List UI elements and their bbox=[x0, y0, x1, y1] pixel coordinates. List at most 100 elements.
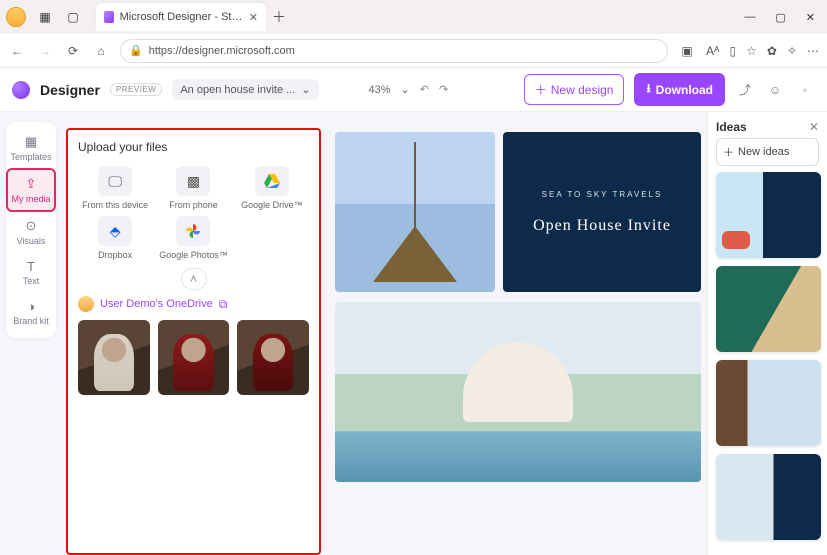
card-headline: Open House Invite bbox=[533, 217, 671, 235]
reader-icon[interactable]: ▣ bbox=[678, 42, 696, 60]
feedback-icon[interactable]: ☺ bbox=[765, 80, 785, 100]
left-rail: ▦ Templates ⇪ My media ⊙ Visuals T Text … bbox=[0, 112, 62, 555]
tab-title: Microsoft Designer - Stunning d bbox=[120, 11, 243, 23]
more-icon[interactable]: ⋯ bbox=[807, 44, 819, 58]
new-ideas-button[interactable]: ＋ New ideas bbox=[716, 138, 819, 166]
google-photos-icon bbox=[176, 216, 210, 246]
onedrive-link[interactable]: User Demo's OneDrive ⧉ bbox=[78, 296, 309, 312]
url-text: https://designer.microsoft.com bbox=[149, 45, 295, 57]
visuals-icon: ⊙ bbox=[23, 218, 39, 234]
rail-label: Text bbox=[23, 276, 40, 286]
upload-panel: Upload your files 🖵 From this device ▩ F… bbox=[66, 128, 321, 555]
project-name: An open house invite ... bbox=[180, 84, 295, 96]
back-icon[interactable]: ← bbox=[8, 42, 26, 60]
rail-my-media[interactable]: ⇪ My media bbox=[6, 168, 56, 212]
idea-card[interactable] bbox=[716, 454, 821, 540]
zoom-level[interactable]: 43% bbox=[369, 84, 391, 96]
account-icon[interactable]: ◦ bbox=[795, 80, 815, 100]
browser-titlebar: ▦ ▢ Microsoft Designer - Stunning d ✕ ＋ … bbox=[0, 0, 827, 34]
rail-templates[interactable]: ▦ Templates bbox=[6, 128, 56, 168]
idea-card[interactable] bbox=[716, 266, 821, 352]
read-aloud-icon[interactable]: ▯ bbox=[730, 44, 737, 58]
canvas-image-tajmahal[interactable] bbox=[335, 302, 701, 482]
idea-card[interactable] bbox=[716, 360, 821, 446]
google-drive-icon bbox=[255, 166, 289, 196]
media-thumbnail[interactable] bbox=[237, 320, 309, 395]
url-field[interactable]: 🔒 https://designer.microsoft.com bbox=[120, 39, 668, 63]
window-maximize-icon[interactable]: ▢ bbox=[775, 11, 785, 24]
collections-icon[interactable]: ✧ bbox=[787, 44, 797, 58]
upload-title: Upload your files bbox=[78, 140, 309, 154]
chevron-down-icon[interactable]: ⌄ bbox=[401, 83, 410, 96]
canvas-text-card[interactable]: SEA TO SKY TRAVELS Open House Invite bbox=[503, 132, 701, 292]
qr-icon: ▩ bbox=[176, 166, 210, 196]
upload-icon: ⇪ bbox=[23, 176, 39, 192]
download-icon: ⭳ bbox=[646, 79, 650, 100]
rail-brand-kit[interactable]: ◑ Brand kit bbox=[6, 292, 56, 332]
canvas-image-eiffel[interactable] bbox=[335, 132, 495, 292]
extensions-icon[interactable]: ✿ bbox=[767, 44, 777, 58]
tab-overview-icon[interactable]: ▢ bbox=[64, 8, 82, 26]
new-design-button[interactable]: ＋ New design bbox=[524, 74, 625, 105]
favorite-icon[interactable]: ☆ bbox=[746, 44, 757, 58]
chevron-down-icon: ⌄ bbox=[301, 83, 310, 96]
new-tab-button[interactable]: ＋ bbox=[272, 7, 286, 27]
browser-tab[interactable]: Microsoft Designer - Stunning d ✕ bbox=[96, 3, 266, 31]
designer-logo-icon bbox=[12, 81, 30, 99]
chevron-up-icon: ˄ bbox=[190, 272, 197, 286]
upload-google-drive[interactable]: Google Drive™ bbox=[235, 166, 309, 210]
upload-google-photos[interactable]: Google Photos™ bbox=[156, 216, 230, 260]
user-avatar-icon bbox=[78, 296, 94, 312]
home-icon[interactable]: ⌂ bbox=[92, 42, 110, 60]
tab-close-icon[interactable]: ✕ bbox=[249, 11, 258, 24]
rail-label: My media bbox=[11, 194, 50, 204]
plus-icon: ＋ bbox=[723, 144, 734, 160]
profile-avatar-icon[interactable] bbox=[6, 7, 26, 27]
onedrive-label: User Demo's OneDrive bbox=[100, 298, 213, 310]
designer-favicon-icon bbox=[104, 11, 114, 23]
idea-card[interactable] bbox=[716, 172, 821, 258]
new-design-label: New design bbox=[551, 83, 614, 97]
preview-badge: PREVIEW bbox=[110, 83, 162, 96]
rail-label: Brand kit bbox=[13, 316, 49, 326]
undo-icon[interactable]: ↶ bbox=[420, 83, 429, 96]
rail-visuals[interactable]: ⊙ Visuals bbox=[6, 212, 56, 252]
media-thumbnail[interactable] bbox=[158, 320, 230, 395]
plus-icon: ＋ bbox=[535, 81, 547, 98]
workspaces-icon[interactable]: ▦ bbox=[36, 8, 54, 26]
app-toolbar: Designer PREVIEW An open house invite ..… bbox=[0, 68, 827, 112]
redo-icon[interactable]: ↷ bbox=[439, 83, 448, 96]
ideas-scroll[interactable] bbox=[708, 172, 827, 555]
templates-icon: ▦ bbox=[23, 134, 39, 150]
external-link-icon: ⧉ bbox=[219, 297, 228, 312]
dropbox-icon: ⬘ bbox=[98, 216, 132, 246]
collapse-button[interactable]: ˄ bbox=[181, 268, 207, 290]
app-name: Designer bbox=[40, 82, 100, 98]
window-minimize-icon[interactable]: — bbox=[744, 11, 755, 24]
lock-icon: 🔒 bbox=[129, 44, 143, 57]
ideas-panel: Ideas ✕ ＋ New ideas bbox=[707, 112, 827, 555]
text-icon: T bbox=[23, 258, 39, 274]
project-dropdown[interactable]: An open house invite ... ⌄ bbox=[172, 79, 318, 100]
download-button[interactable]: ⭳ Download bbox=[634, 73, 725, 106]
text-size-icon[interactable]: Aᴬ bbox=[706, 44, 719, 58]
monitor-icon: 🖵 bbox=[98, 166, 132, 196]
close-icon[interactable]: ✕ bbox=[809, 120, 819, 134]
window-close-icon[interactable]: ✕ bbox=[806, 11, 815, 24]
upload-from-device[interactable]: 🖵 From this device bbox=[78, 166, 152, 210]
ideas-title: Ideas bbox=[716, 120, 747, 134]
share-icon[interactable]: ⤴ bbox=[735, 80, 755, 100]
refresh-icon[interactable]: ⟳ bbox=[64, 42, 82, 60]
rail-text[interactable]: T Text bbox=[6, 252, 56, 292]
rail-label: Templates bbox=[10, 152, 51, 162]
download-label: Download bbox=[656, 83, 713, 97]
browser-addressbar: ← → ⟳ ⌂ 🔒 https://designer.microsoft.com… bbox=[0, 34, 827, 68]
card-subline: SEA TO SKY TRAVELS bbox=[542, 190, 663, 199]
upload-from-phone[interactable]: ▩ From phone bbox=[156, 166, 230, 210]
upload-dropbox[interactable]: ⬘ Dropbox bbox=[78, 216, 152, 260]
design-canvas[interactable]: SEA TO SKY TRAVELS Open House Invite bbox=[321, 112, 707, 555]
brand-icon: ◑ bbox=[23, 298, 39, 314]
forward-icon[interactable]: → bbox=[36, 42, 54, 60]
rail-label: Visuals bbox=[17, 236, 46, 246]
media-thumbnail[interactable] bbox=[78, 320, 150, 395]
